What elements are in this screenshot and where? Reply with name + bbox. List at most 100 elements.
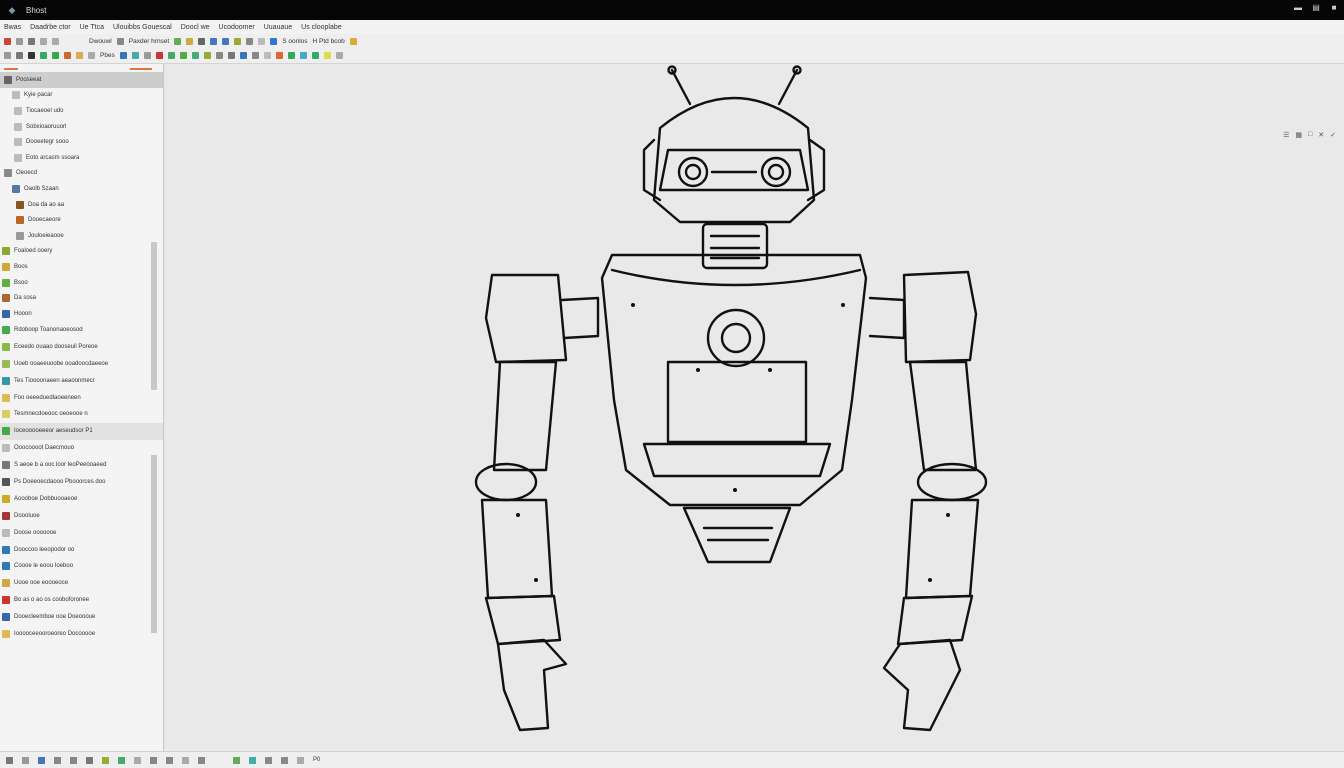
close-icon[interactable]: ■ <box>1330 4 1338 12</box>
zoom-out-icon[interactable] <box>131 52 139 59</box>
menu-item[interactable]: Ucodoomer <box>219 24 255 31</box>
layer-item[interactable]: Dooeetegr sooo <box>0 134 163 150</box>
status-tag-icon[interactable] <box>233 756 240 764</box>
toolbar-label-3[interactable]: S oonlos <box>282 38 307 45</box>
node-icon[interactable] <box>311 52 319 59</box>
layer-item[interactable]: Uooe ooe eoooeoce <box>0 575 163 592</box>
sidebar-scrollbar-top[interactable] <box>151 242 157 390</box>
drawing-canvas[interactable]: ☰ ▦ □ ✕ ✓ <box>165 64 1344 751</box>
view-list-icon[interactable]: ☰ <box>1283 131 1289 139</box>
layer-item[interactable]: Dooecleemboe ooe Doeoooue <box>0 609 163 626</box>
add-icon[interactable] <box>174 37 182 45</box>
lock-icon[interactable] <box>210 37 218 45</box>
toolbar-label-1[interactable]: Dwouwl <box>89 38 112 45</box>
status-snap-icon[interactable] <box>22 756 29 764</box>
layer-item[interactable]: Pooseeat <box>0 72 163 88</box>
text-icon[interactable] <box>76 52 83 59</box>
layer-item[interactable]: Oeoecd <box>0 166 163 182</box>
shape-icon[interactable] <box>88 52 95 59</box>
arrange-icon[interactable] <box>239 52 247 59</box>
layer-item[interactable]: Hooon <box>0 306 163 322</box>
pen-icon[interactable] <box>28 52 35 59</box>
delete-icon[interactable] <box>155 52 163 59</box>
redo-icon[interactable] <box>52 37 59 45</box>
eyedrop-icon[interactable] <box>287 52 295 59</box>
rotate-icon[interactable] <box>143 52 151 59</box>
layer-item[interactable]: Tes Tioooonaeen aeaoonmecr <box>0 372 163 389</box>
status-guide-icon[interactable] <box>54 756 61 764</box>
layer-item[interactable]: S aeoe b a ooc loor leoPeeooaeed <box>0 457 163 474</box>
layer-item[interactable]: Foo oeeeduedlaoeeneen <box>0 389 163 406</box>
mirror-icon[interactable] <box>263 52 271 59</box>
layer-item[interactable]: Foaloed ooery <box>0 244 163 260</box>
more-icon[interactable] <box>335 52 343 59</box>
status-rotate-icon[interactable] <box>198 756 205 764</box>
status-grid-icon[interactable] <box>6 756 13 764</box>
maximize-icon[interactable]: ▤ <box>1312 4 1320 12</box>
menu-item[interactable]: Us clooplabe <box>301 24 341 31</box>
menu-item[interactable]: Ue Ttca <box>80 24 104 31</box>
link-icon[interactable] <box>258 37 266 45</box>
sidebar-scrollbar-bottom[interactable] <box>151 455 157 633</box>
copy-icon[interactable] <box>198 37 206 45</box>
layer-item[interactable]: Sobxioaoruuorl <box>0 119 163 135</box>
layer-item[interactable]: Oaolb Szaan <box>0 181 163 197</box>
fill-icon[interactable] <box>52 52 59 59</box>
view-grid-icon[interactable]: ▦ <box>1295 131 1302 139</box>
layer-item[interactable]: Eceedo ouaao dooseuil Poreoe <box>0 338 163 355</box>
menu-item[interactable]: Ulouibbs Gouescal <box>113 24 172 31</box>
view-close-icon[interactable]: ✕ <box>1318 131 1324 139</box>
layer-item[interactable]: Aoooboe Dobbuooaeoe <box>0 490 163 507</box>
layer-item[interactable]: Rdoboop Toanonaoeosod <box>0 322 163 339</box>
layer-item[interactable]: Bo as o ao os cooboforonee <box>0 592 163 609</box>
layer-item[interactable]: Tesmnecdoeooc oeoeooe n <box>0 406 163 423</box>
align-icon[interactable] <box>203 52 211 59</box>
toolbar-label-5[interactable]: Pbes <box>100 52 115 59</box>
pointer-icon[interactable] <box>4 52 11 59</box>
layer-item[interactable]: Dooecaeore <box>0 212 163 228</box>
toolbar-label-4[interactable]: H Ptd bcob <box>313 38 345 45</box>
layer-item[interactable]: Eoto arcasm ssoara <box>0 150 163 166</box>
status-zoom-icon[interactable] <box>86 756 93 764</box>
layer-item[interactable]: Dooccoo leeopodor oo <box>0 541 163 558</box>
status-ruler-icon[interactable] <box>70 756 77 764</box>
menu-item[interactable]: Bwas <box>4 24 21 31</box>
layer-item[interactable]: Bsoo <box>0 275 163 291</box>
layer-item[interactable]: Ooocoooot Daecmouo <box>0 440 163 457</box>
status-lock-icon[interactable] <box>249 756 256 764</box>
layer-item[interactable]: Jouloeieaooe <box>0 228 163 244</box>
status-stroke-icon[interactable] <box>134 756 141 764</box>
status-hand-icon[interactable] <box>182 756 189 764</box>
status-layer-icon[interactable] <box>38 756 45 764</box>
minimize-icon[interactable]: ▬ <box>1294 4 1302 12</box>
layer-item[interactable]: Coooe le eoou Ioeboo <box>0 558 163 575</box>
status-pen-icon[interactable] <box>150 756 157 764</box>
save-icon[interactable] <box>28 37 35 45</box>
ungroup-icon[interactable] <box>227 52 235 59</box>
guide-icon[interactable] <box>179 52 187 59</box>
highlight-icon[interactable] <box>323 52 331 59</box>
paste-icon[interactable] <box>246 37 254 45</box>
star-icon[interactable] <box>349 37 357 45</box>
open-icon[interactable] <box>16 37 23 45</box>
view-check-icon[interactable]: ✓ <box>1330 131 1336 139</box>
sidebar-tab-indicator-right[interactable] <box>130 68 152 70</box>
status-link-icon[interactable] <box>281 756 288 764</box>
brush-icon[interactable] <box>64 52 71 59</box>
layer-item[interactable]: Kyie pacar <box>0 88 163 104</box>
undo-icon[interactable] <box>40 37 47 45</box>
layer-item[interactable]: Doose ooooooe <box>0 524 163 541</box>
folder-icon[interactable] <box>186 37 194 45</box>
layer-item[interactable]: Ioceooooeeeor aeseudsor P1 <box>0 422 163 440</box>
layer-item[interactable]: Uoeb ooaeeuoobe ooadoocdaeeoe <box>0 355 163 372</box>
view-fit-icon[interactable]: □ <box>1308 131 1312 139</box>
gradient-icon[interactable] <box>299 52 307 59</box>
status-color-icon[interactable] <box>102 756 109 764</box>
zoom-in-icon[interactable] <box>119 52 127 59</box>
layer-item[interactable]: Da sosa <box>0 290 163 306</box>
layer-item[interactable]: Ps Doeeoecdaooo Pbooorces doo <box>0 474 163 491</box>
snap-icon[interactable] <box>191 52 199 59</box>
tag-icon[interactable] <box>234 37 242 45</box>
layer-item[interactable]: Boos <box>0 259 163 275</box>
menu-item[interactable]: Daadrbe ctor <box>30 24 70 31</box>
